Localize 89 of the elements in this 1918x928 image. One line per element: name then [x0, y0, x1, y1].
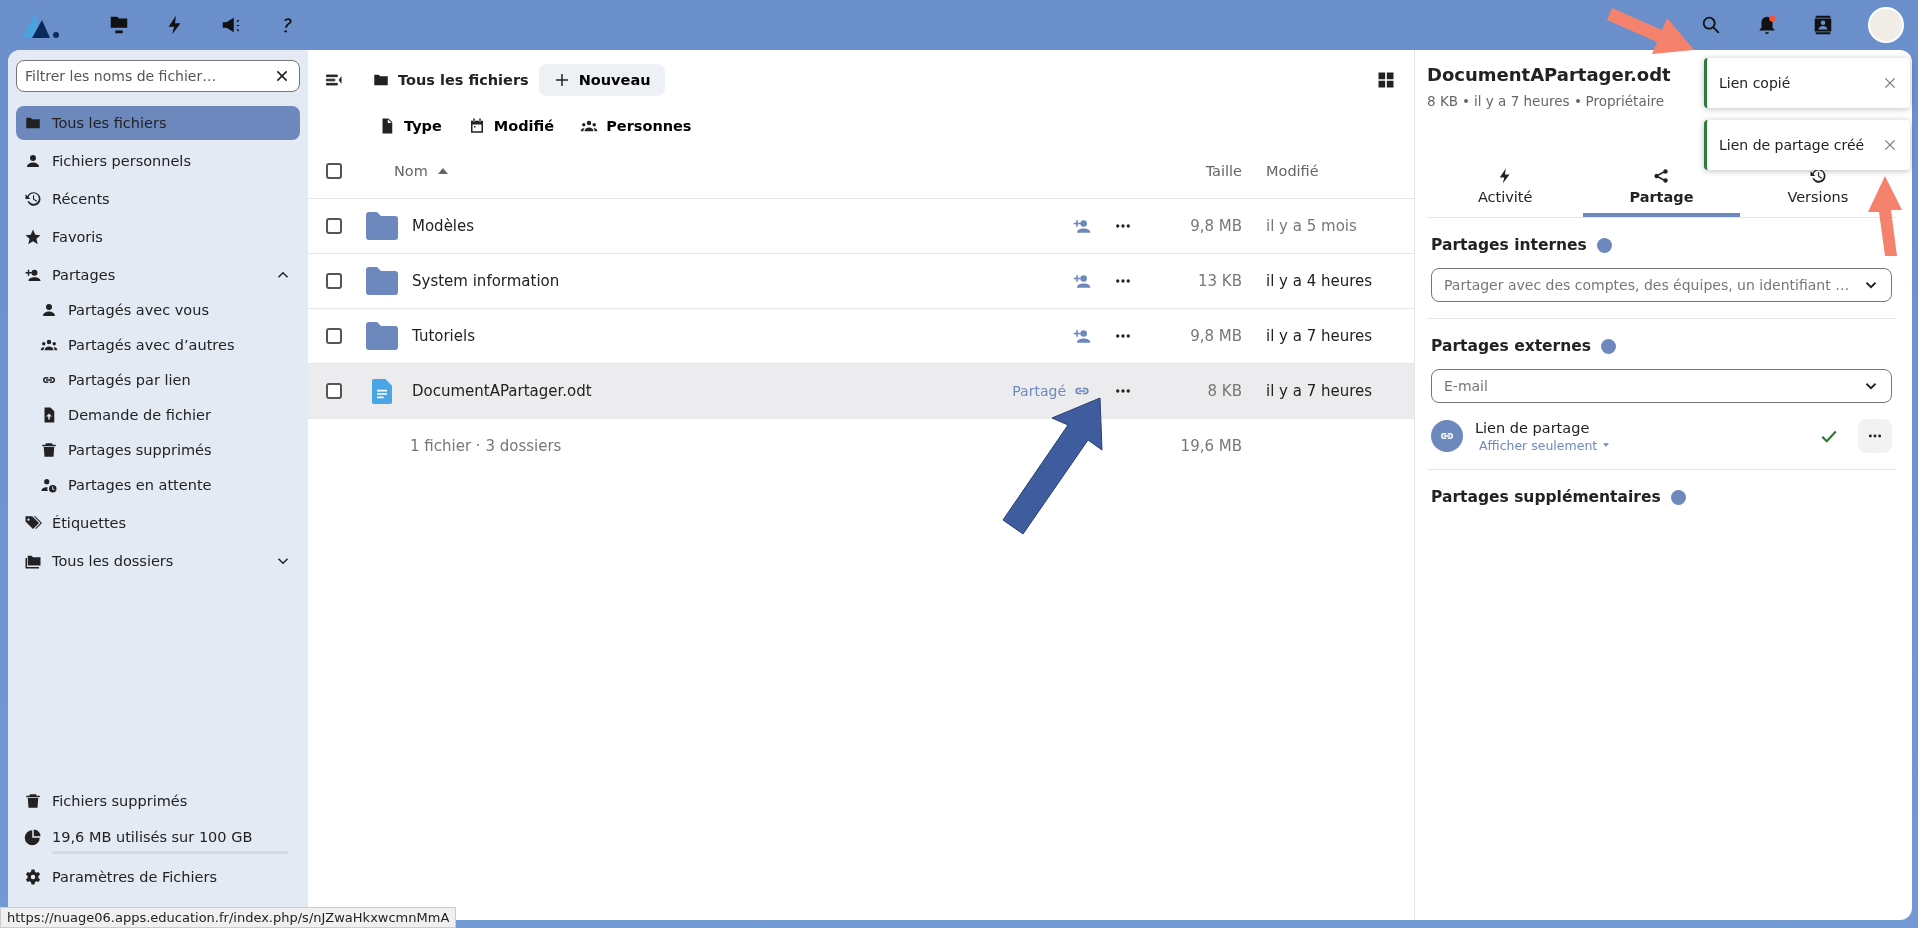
column-header[interactable]: Modifié	[1266, 163, 1319, 179]
filter-button[interactable]: Type	[378, 117, 442, 135]
nav-item[interactable]: Partagés par lien	[16, 363, 300, 397]
history-icon	[24, 190, 42, 208]
person-icon	[40, 301, 58, 319]
table-row[interactable]: Modèles 9,8 MB il y a 5 mois	[308, 199, 1414, 254]
nav-item[interactable]: Tous les fichiers	[16, 106, 300, 140]
logo-icon[interactable]	[22, 10, 62, 40]
document-icon	[372, 378, 392, 404]
file-size: 9,8 MB	[1190, 217, 1242, 235]
nav-item[interactable]: Fichiers supprimés	[16, 784, 300, 818]
checkbox[interactable]	[326, 328, 342, 344]
share-search-field[interactable]: Partager avec des comptes, des équipes, un identifiant …	[1431, 268, 1892, 302]
toast-message: Lien de partage créé	[1719, 137, 1865, 153]
nav-item[interactable]: Étiquettes	[16, 506, 300, 540]
file-size: 8 KB	[1207, 382, 1242, 400]
nav-item[interactable]: Partages en attente	[16, 468, 300, 502]
file-title: DocumentAPartager.odt	[1427, 64, 1671, 85]
file-size: 13 KB	[1198, 272, 1242, 290]
settings-icon	[24, 868, 42, 886]
close-icon[interactable]	[274, 68, 290, 84]
file-meta: Propriétaire	[1585, 93, 1664, 109]
nav-item[interactable]: Partages supprimés	[16, 433, 300, 467]
toast-message: Lien copié	[1719, 75, 1791, 91]
sort-ascending-icon[interactable]	[437, 168, 448, 174]
file-name[interactable]: Modèles	[412, 217, 475, 235]
nav-item[interactable]: Favoris	[16, 220, 300, 254]
nav-item[interactable]: Fichiers personnels	[16, 144, 300, 178]
pie-chart-icon	[24, 828, 42, 846]
grid-view-icon[interactable]	[1376, 70, 1396, 90]
avatar[interactable]	[1868, 7, 1904, 43]
file-meta: 8 KB	[1427, 93, 1458, 109]
column-header[interactable]: Taille	[1205, 163, 1242, 179]
search-icon[interactable]	[1700, 14, 1722, 36]
section-heading: Partages supplémentaires	[1431, 488, 1661, 506]
nav-item[interactable]: Partagés avec vous	[16, 293, 300, 327]
folder-icon	[366, 212, 398, 240]
section-heading: Partages internes	[1431, 236, 1587, 254]
checkbox[interactable]	[326, 218, 342, 234]
modified-date: il y a 4 heures	[1266, 272, 1373, 290]
nav-item[interactable]: Partages	[16, 258, 300, 292]
link-avatar-icon	[1431, 420, 1463, 452]
file-name[interactable]: DocumentAPartager.odt	[412, 382, 592, 400]
trash-icon	[40, 441, 58, 459]
share-icon	[1652, 167, 1671, 185]
permission-dropdown[interactable]: Afficher seulement	[1475, 437, 1610, 453]
breadcrumb[interactable]: Tous les fichiers	[364, 71, 529, 89]
total-size: 19,6 MB	[1180, 437, 1242, 455]
new-button[interactable]: Nouveau	[538, 64, 665, 96]
modified-date: il y a 7 heures	[1266, 327, 1373, 345]
nav-item[interactable]: Récents	[16, 182, 300, 216]
section-heading: Partages externes	[1431, 337, 1591, 355]
quota-label: 19,6 MB utilisés sur 100 GB	[52, 829, 254, 845]
modified-date: il y a 5 mois	[1266, 217, 1357, 235]
filter-button[interactable]: Modifié	[467, 117, 555, 135]
modified-date: il y a 7 heures	[1266, 382, 1373, 400]
trash-icon	[24, 792, 42, 810]
separator-dot	[1575, 99, 1580, 103]
file-name[interactable]: Tutoriels	[412, 327, 475, 345]
summary-text: 1 fichier · 3 dossiers	[410, 437, 562, 455]
table-row-highlight[interactable]: DocumentAPartager.odt Partagé 8 KB il y a 7 heures	[308, 364, 1414, 419]
status-url-tooltip: https://nuage06.apps.education.fr/index.php/s/nJZwaHkxwcmnMmA	[0, 907, 457, 928]
nav-item[interactable]: Tous les dossiers	[16, 544, 300, 578]
checkbox[interactable]	[326, 273, 342, 289]
tag-icon	[24, 514, 42, 532]
folder-icon	[366, 322, 398, 350]
checkbox[interactable]	[326, 163, 342, 179]
separator-dot	[1464, 99, 1468, 103]
folder-icon[interactable]	[108, 14, 130, 36]
file-meta: il y a 7 heures	[1474, 93, 1570, 109]
filter-button[interactable]: Personnes	[580, 117, 692, 135]
star-icon	[24, 228, 42, 246]
link-share-title: Lien de partage	[1475, 419, 1591, 436]
checkbox[interactable]	[326, 383, 342, 399]
folder-icon	[366, 267, 398, 295]
contacts-icon[interactable]	[1812, 14, 1834, 36]
caret-icon	[1603, 443, 1610, 447]
tab[interactable]: Activité	[1427, 167, 1584, 217]
nav-item[interactable]: Partagés avec d’autres	[16, 328, 300, 362]
nav-item[interactable]: Demande de fichier	[16, 398, 300, 432]
person-icon	[24, 152, 42, 170]
file-size: 9,8 MB	[1190, 327, 1242, 345]
person-clock-icon	[40, 476, 58, 494]
email-field[interactable]: E-mail	[1431, 369, 1892, 403]
filter-field[interactable]: Filtrer les noms de fichier…	[16, 60, 300, 92]
nav-item[interactable]: Paramètres de Fichiers	[16, 860, 300, 894]
column-header[interactable]: Nom	[394, 163, 428, 179]
table-row[interactable]: System information 13 KB il y a 4 heures	[308, 254, 1414, 309]
file-name[interactable]: System information	[412, 272, 560, 290]
